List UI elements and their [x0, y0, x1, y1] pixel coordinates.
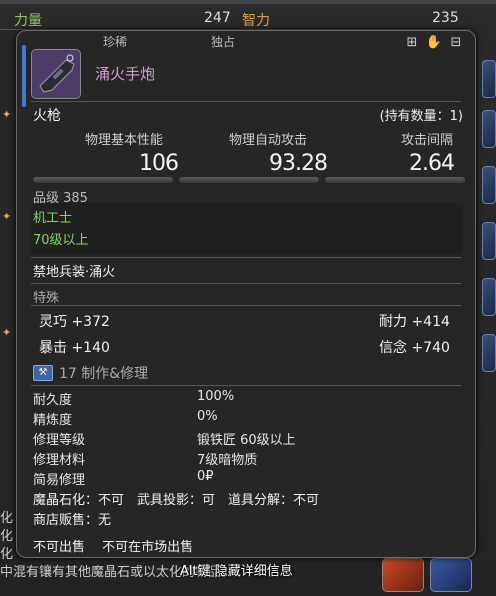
materia-slot-icon[interactable] [382, 558, 424, 592]
intelligence-value: 235 [432, 10, 459, 26]
stat-bar [179, 177, 319, 183]
gun-icon [32, 50, 80, 98]
divider [31, 283, 461, 284]
gear-slot-icon[interactable] [482, 166, 496, 204]
item-tooltip: 珍稀 独占 ⊞ ✋ ⊟ 涌火手炮 火枪 (持有数量：1) 物理基本性能 物理自动… [16, 30, 476, 558]
divider [31, 101, 461, 102]
sparkle-icon: ✦ [2, 326, 12, 339]
stat-bar [325, 177, 465, 183]
sparkle-icon: ✦ [2, 210, 12, 223]
background-left-strip: ✦ ✦ ✦ [0, 30, 16, 510]
physical-damage-label: 物理基本性能 [85, 133, 164, 148]
craft-repair-heading: ⚒ 17 制作&修理 [33, 363, 148, 383]
spiritbond-label: 精炼度 [33, 413, 73, 428]
tooltip-top-icons: ⊞ ✋ ⊟ [403, 35, 465, 53]
job-band [31, 203, 463, 255]
strength-label: 力量 [14, 13, 42, 29]
delay-label: 攻击间隔 [401, 133, 454, 148]
stat-bar [33, 177, 173, 183]
easy-repair-label: 简易修理 [33, 473, 86, 488]
item-type: 火枪 [33, 108, 61, 124]
sparkle-icon: ✦ [2, 108, 12, 121]
auto-attack-value: 93.28 [269, 151, 328, 176]
background-header [0, 0, 496, 4]
bonus-determination: 信念 +740 [379, 340, 450, 356]
rare-flag: 珍稀 [103, 35, 128, 49]
background-bottom-icons [380, 556, 496, 596]
gear-slot-icon[interactable] [482, 110, 496, 148]
materia-slot-icon[interactable] [430, 558, 472, 592]
plus-icon: ⊞ [406, 35, 418, 50]
auto-attack-label: 物理自动攻击 [229, 133, 308, 148]
spiritbond-value: 0% [197, 409, 218, 424]
item-name: 涌火手炮 [95, 65, 156, 83]
strength-value: 247 [204, 10, 231, 26]
gear-slot-icon[interactable] [482, 334, 496, 372]
owned-count: (持有数量：1) [379, 109, 463, 124]
pack-icon: ⊟ [450, 35, 462, 50]
craft-icon: ⚒ [33, 365, 53, 381]
craft-label: 17 制作&修理 [59, 366, 149, 382]
special-heading: 特殊 [33, 291, 60, 306]
divider [31, 257, 461, 258]
easy-repair-value: 0₽ [197, 469, 214, 484]
divider [31, 385, 461, 386]
bonus-critical: 暴击 +140 [39, 340, 110, 356]
hand-icon: ✋ [425, 35, 443, 50]
bonus-vitality: 耐力 +414 [379, 314, 450, 330]
item-icon [31, 49, 81, 99]
repair-level-value: 锻铁匠 60级以上 [197, 433, 296, 448]
alt-key-hint: Alt键 隐藏详细信息 [180, 564, 293, 579]
materia-line: 魔晶石化：不可 武具投影：可 道具分解：不可 [33, 493, 320, 508]
repair-material-label: 修理材料 [33, 453, 86, 468]
unique-flag: 独占 [211, 35, 236, 49]
accent-bar [22, 45, 26, 107]
repair-material-value: 7级暗物质 [197, 453, 258, 468]
background-stat-row: 力量 247 智力 235 [0, 6, 470, 30]
intelligence-label: 智力 [242, 13, 270, 29]
set-name: 禁地兵装·涌火 [33, 265, 116, 280]
job-name: 机工士 [33, 211, 73, 226]
physical-damage-value: 106 [139, 151, 179, 176]
bonus-dexterity: 灵巧 +372 [39, 314, 110, 330]
divider [31, 305, 461, 306]
delay-value: 2.64 [409, 151, 455, 176]
durability-value: 100% [197, 389, 235, 404]
gear-slot-icon[interactable] [482, 222, 496, 260]
trade-line: 不可出售 不可在市场出售 [33, 540, 194, 555]
job-level: 70级以上 [33, 233, 89, 248]
gear-slot-icon[interactable] [482, 278, 496, 316]
repair-level-label: 修理等级 [33, 433, 86, 448]
gear-slot-icon[interactable] [482, 60, 496, 98]
background-right-icons [478, 30, 496, 590]
shop-line: 商店贩售：无 [33, 513, 112, 528]
durability-label: 耐久度 [33, 393, 73, 408]
